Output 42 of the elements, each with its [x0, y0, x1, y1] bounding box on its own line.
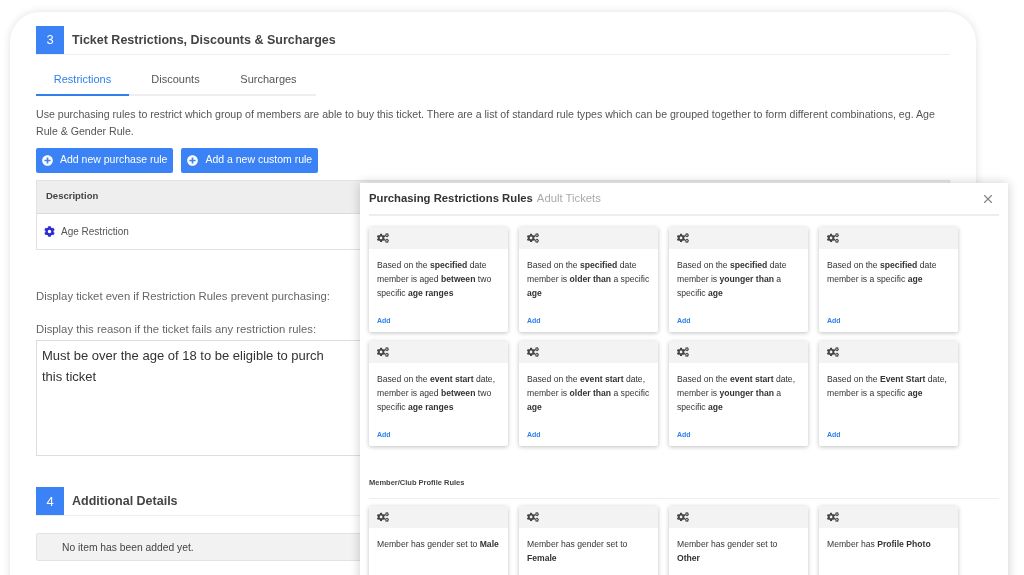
- rule-description: Based on the Event Start date, member is a specific age: [827, 373, 948, 400]
- add-rule-button[interactable]: Add new purchase rule: [36, 147, 174, 173]
- rule-description: Based on the specified date member is aged between two specific age ranges: [377, 259, 493, 300]
- rule-description: Member has gender set to Female: [527, 538, 629, 565]
- modal-subtitle: Adult Tickets: [536, 191, 601, 207]
- gears-icon: [827, 511, 839, 523]
- step-badge: 3: [36, 26, 64, 54]
- rule-description: Based on the event start date, member is aged between two specific age ranges: [377, 373, 497, 414]
- gears-icon: [677, 232, 689, 244]
- field-label: Display ticket even if Restriction Rules prevent purchasing:: [36, 289, 330, 302]
- rule-description: Based on the specified date member is older than a specific age: [527, 259, 650, 300]
- gears-icon: [677, 346, 689, 358]
- gears-icon: [527, 511, 539, 523]
- plus-icon: [187, 154, 199, 166]
- gear-icon: [44, 225, 55, 237]
- empty-message: No item has been added yet.: [62, 540, 194, 555]
- tab[interactable]: Surcharges: [222, 71, 315, 96]
- gears-icon: [377, 511, 389, 523]
- gears-icon: [527, 346, 539, 358]
- rule-description: Based on the specified date member is a specific age: [827, 259, 938, 286]
- modal-title: Purchasing Restrictions Rules: [369, 191, 533, 207]
- gears-icon: [527, 232, 539, 244]
- description-text: Use purchasing rules to restrict which group of members are able to buy this ticket. There are a list of standard rule types which can be grouped together to form different combinations, eg. Age Rule & Gender Rule.: [36, 106, 936, 139]
- rule-description: Based on the specified date member is younger than a specific age: [677, 259, 788, 300]
- field-label: Display this reason if the ticket fails any restriction rules:: [36, 323, 317, 336]
- gears-icon: [377, 346, 389, 358]
- section-title: Ticket Restrictions, Discounts & Surcharges: [72, 31, 336, 49]
- step-badge: 4: [36, 487, 64, 516]
- add-rule-button[interactable]: Add a new custom rule: [181, 147, 319, 173]
- section-title: Additional Details: [72, 493, 178, 510]
- gears-icon: [377, 232, 389, 244]
- tab[interactable]: Restrictions: [36, 71, 129, 96]
- table-cell-text: Age Restriction: [61, 224, 129, 239]
- tab[interactable]: Discounts: [129, 71, 222, 96]
- gears-icon: [677, 511, 689, 523]
- gears-icon: [827, 232, 839, 244]
- rule-description: Member has Profile Photo: [827, 538, 932, 551]
- rule-description: Based on the event start date, member is younger than a specific age: [677, 373, 797, 414]
- rule-description: Member has gender set to Other: [677, 538, 779, 565]
- gears-icon: [827, 346, 839, 358]
- rule-description: Member has gender set to Male: [377, 538, 500, 551]
- plus-icon: [42, 154, 53, 166]
